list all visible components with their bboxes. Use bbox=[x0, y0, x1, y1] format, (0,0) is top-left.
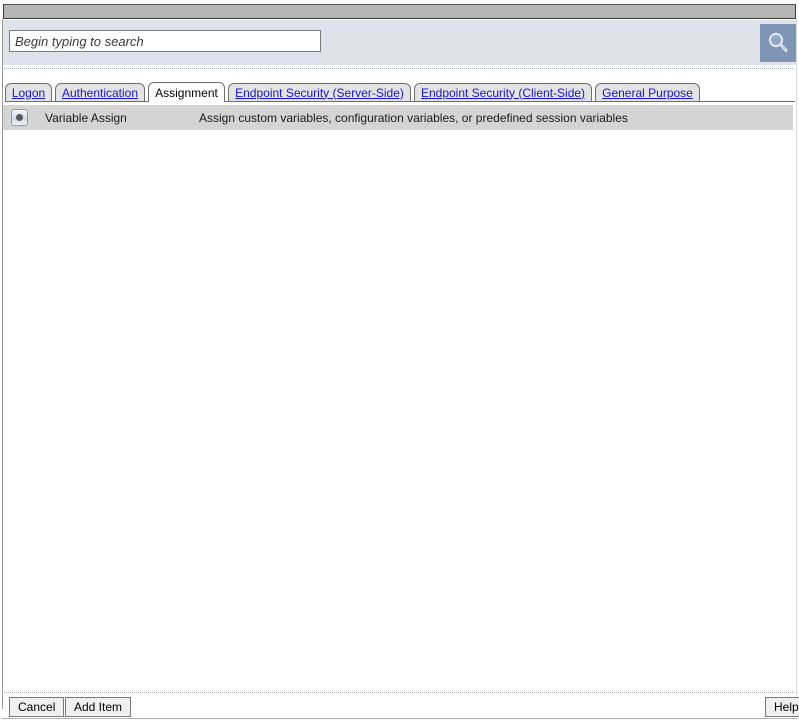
content-area bbox=[3, 130, 796, 690]
title-bar bbox=[3, 4, 796, 19]
tab-label: Authentication bbox=[61, 85, 139, 100]
help-button[interactable]: Help bbox=[765, 697, 799, 717]
tab-assignment[interactable]: Assignment bbox=[148, 82, 225, 102]
tab-label: General Purpose bbox=[602, 85, 693, 100]
item-description: Assign custom variables, configuration v… bbox=[199, 110, 628, 125]
item-list: Variable Assign Assign custom variables, … bbox=[3, 105, 793, 130]
radio-dot bbox=[16, 114, 23, 121]
tab-general-purpose[interactable]: General Purpose bbox=[595, 83, 700, 101]
tab-authentication[interactable]: Authentication bbox=[55, 83, 145, 101]
bottom-separator bbox=[4, 692, 793, 693]
search-icon bbox=[766, 31, 790, 55]
tab-endpoint-security-client-side[interactable]: Endpoint Security (Client-Side) bbox=[414, 83, 592, 101]
top-separator bbox=[4, 68, 793, 69]
window-bottom-edge bbox=[2, 718, 797, 719]
tab-label: Logon bbox=[11, 85, 46, 100]
add-item-button[interactable]: Add Item bbox=[65, 697, 132, 717]
tab-label: Endpoint Security (Server-Side) bbox=[235, 85, 404, 100]
tab-underline bbox=[5, 101, 795, 102]
tab-logon[interactable]: Logon bbox=[5, 83, 52, 101]
footer-bar: Cancel Add Item Help bbox=[3, 694, 799, 718]
dialog-window: Logon Authentication Assignment Endpoint Se… bbox=[0, 0, 799, 721]
tab-endpoint-security-server-side[interactable]: Endpoint Security (Server-Side) bbox=[228, 83, 411, 101]
selected-tab-notch bbox=[149, 100, 224, 102]
window-right-edge bbox=[796, 19, 797, 709]
list-item[interactable]: Variable Assign Assign custom variables, … bbox=[3, 105, 793, 130]
radio-selected-icon[interactable] bbox=[11, 109, 28, 126]
cancel-button[interactable]: Cancel bbox=[9, 697, 65, 717]
item-name: Variable Assign bbox=[45, 110, 127, 125]
search-input[interactable] bbox=[9, 30, 321, 52]
tab-strip: Logon Authentication Assignment Endpoint Se… bbox=[5, 82, 795, 102]
search-button[interactable] bbox=[760, 24, 796, 62]
search-bar bbox=[3, 20, 796, 65]
tab-label: Endpoint Security (Client-Side) bbox=[420, 85, 586, 100]
tab-label: Assignment bbox=[155, 85, 218, 100]
